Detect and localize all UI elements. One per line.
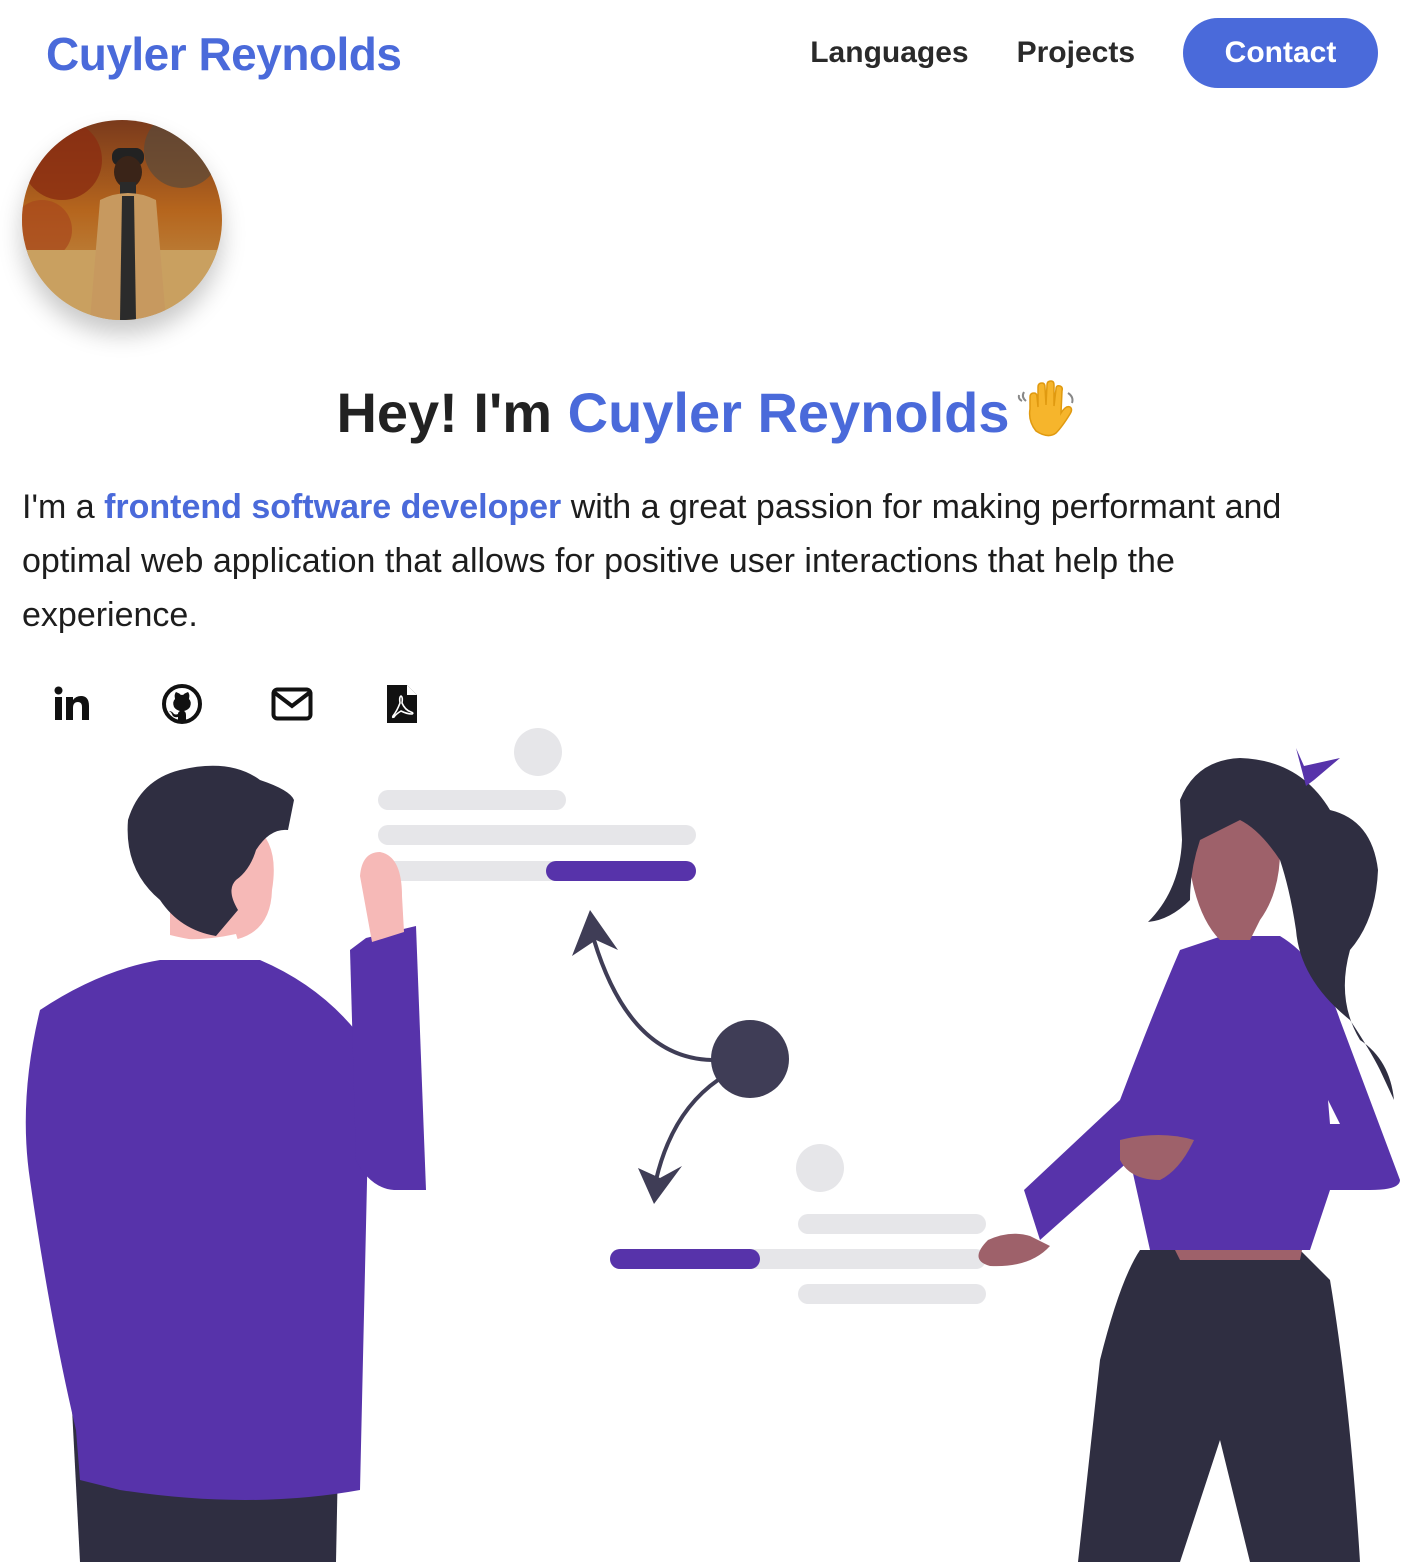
nav-languages[interactable]: Languages bbox=[810, 18, 968, 88]
brand-logo[interactable]: Cuyler Reynolds bbox=[46, 24, 402, 84]
portfolio-page: Cuyler Reynolds Languages Projects Conta… bbox=[0, 0, 1414, 1562]
hero-title-name: Cuyler Reynolds bbox=[567, 381, 1010, 444]
intro-paragraph: I'm a frontend software developer with a… bbox=[22, 480, 1352, 642]
sync-arrows bbox=[592, 939, 720, 1181]
man-figure bbox=[25, 765, 426, 1562]
card-line bbox=[798, 1214, 986, 1234]
woman-figure bbox=[978, 748, 1400, 1562]
mail-icon bbox=[271, 687, 313, 721]
card-avatar-placeholder bbox=[514, 728, 562, 776]
sync-node bbox=[711, 1020, 789, 1098]
github-icon bbox=[162, 684, 202, 724]
card-avatar-placeholder bbox=[796, 1144, 844, 1192]
card-line bbox=[378, 790, 566, 810]
hero-title-prefix: Hey! I'm bbox=[336, 381, 568, 444]
linkedin-icon bbox=[54, 686, 89, 720]
nav-projects[interactable]: Projects bbox=[1017, 18, 1135, 88]
collaboration-illustration bbox=[25, 728, 1400, 1562]
waving-hand-icon bbox=[1016, 379, 1078, 455]
contact-button[interactable]: Contact bbox=[1183, 18, 1378, 88]
card-line bbox=[378, 825, 696, 845]
avatar-photo bbox=[22, 120, 222, 320]
card-progress bbox=[546, 861, 696, 881]
pdf-resume-icon bbox=[387, 685, 417, 723]
bottom-progress-card bbox=[610, 1144, 986, 1304]
hero-title: Hey! I'm Cuyler Reynolds bbox=[0, 378, 1414, 455]
intro-highlight: frontend software developer bbox=[104, 488, 562, 526]
card-line bbox=[798, 1284, 986, 1304]
card-progress bbox=[610, 1249, 760, 1269]
intro-prefix: I'm a bbox=[22, 488, 105, 526]
top-progress-card bbox=[378, 728, 696, 881]
avatar bbox=[22, 120, 222, 320]
top-nav: Languages Projects Contact bbox=[810, 18, 1378, 88]
